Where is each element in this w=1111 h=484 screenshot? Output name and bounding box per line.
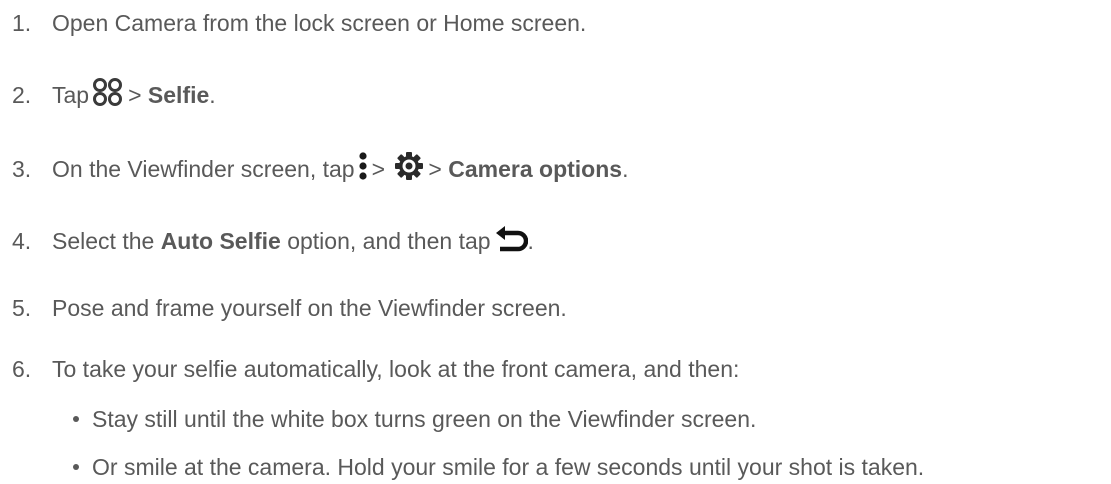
step-text: Open Camera from the lock screen or Home…: [52, 10, 587, 36]
list-item: Stay still until the white box turns gre…: [73, 404, 756, 434]
step-6: 6. To take your selfie automatically, lo…: [12, 354, 739, 384]
step-bold-text: Auto Selfie: [160, 228, 281, 254]
bullet-text: Or smile at the camera. Hold your smile …: [92, 454, 925, 480]
bullet-icon: [73, 464, 79, 470]
step-2: 2. Tap > Selfie .: [12, 77, 216, 110]
step-text: Pose and frame yourself on the Viewfinde…: [52, 295, 567, 321]
step-4: 4. Select the Auto Selfie option, and th…: [12, 224, 534, 259]
step-text: To take your selfie automatically, look …: [52, 356, 740, 382]
step-number: 2.: [12, 82, 32, 108]
step-number: 1.: [12, 10, 32, 36]
step-number: 4.: [12, 228, 32, 254]
step-end: .: [622, 156, 629, 182]
step-bold-text: Selfie: [147, 82, 210, 108]
separator: >: [371, 156, 386, 182]
settings-gear-icon: [394, 151, 424, 188]
step-bold-text: Camera options: [448, 156, 623, 182]
step-text-mid: option, and then tap: [287, 228, 491, 254]
step-text-pre: On the Viewfinder screen, tap: [52, 156, 355, 182]
step-text-pre: Select the: [52, 228, 155, 254]
separator: >: [428, 156, 442, 182]
bullet-icon: [73, 416, 79, 422]
step-5: 5. Pose and frame yourself on the Viewfi…: [12, 293, 567, 323]
more-options-icon: [358, 151, 368, 188]
separator: >: [128, 82, 142, 108]
list-item: Or smile at the camera. Hold your smile …: [73, 452, 924, 482]
step-number: 6.: [12, 356, 32, 382]
bullet-text: Stay still until the white box turns gre…: [92, 406, 757, 432]
step-number: 5.: [12, 295, 32, 321]
step-1: 1. Open Camera from the lock screen or H…: [12, 8, 586, 38]
modes-icon: [92, 77, 124, 114]
back-icon: [494, 224, 528, 259]
step-end: .: [209, 82, 216, 108]
step-3: 3. On the Viewfinder screen, tap > > Cam…: [12, 151, 629, 184]
step-number: 3.: [12, 156, 32, 182]
step-end: .: [527, 228, 534, 254]
step-text-pre: Tap: [52, 82, 90, 108]
